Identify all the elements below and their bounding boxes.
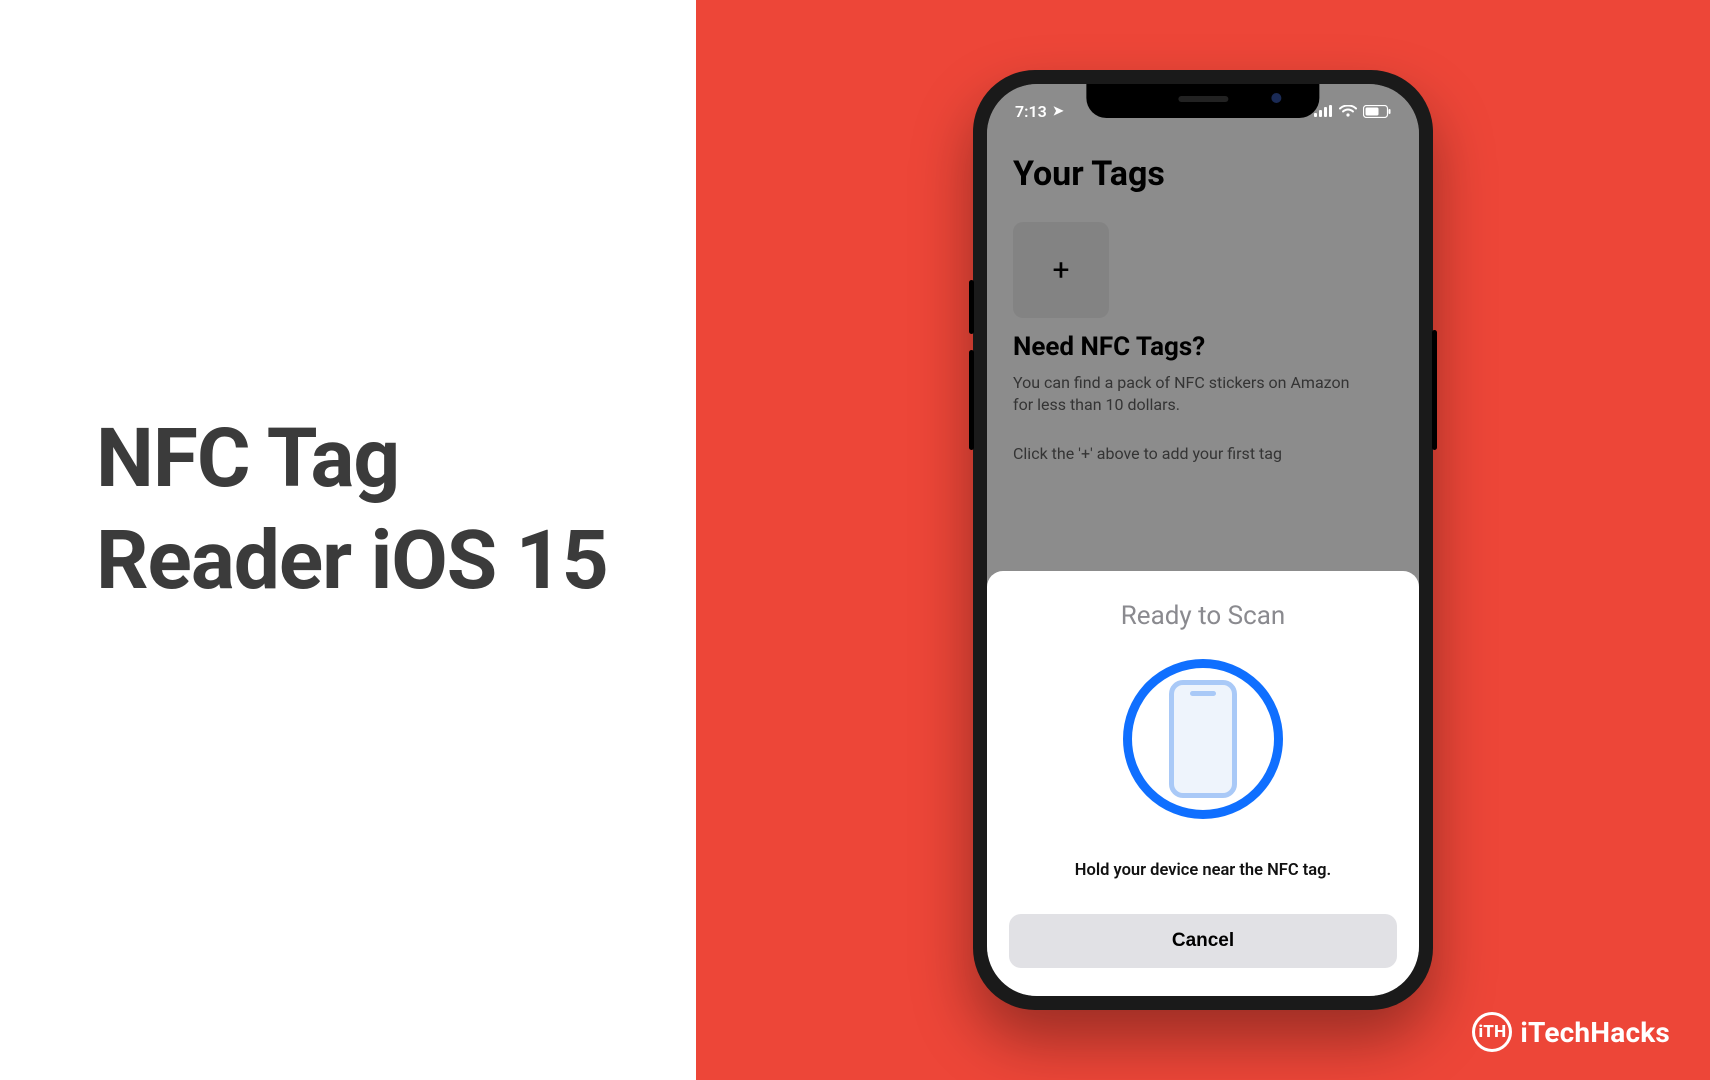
phone-mockup: 7:13 ➤ Your Tags [973,70,1433,1010]
scan-ring-icon [1123,659,1283,819]
front-camera [1272,93,1282,103]
cancel-button[interactable]: Cancel [1009,914,1397,968]
scan-icon [1009,659,1397,819]
scan-sheet-message: Hold your device near the NFC tag. [1009,861,1397,880]
scan-phone-icon [1169,680,1237,798]
right-panel: 7:13 ➤ Your Tags [696,0,1710,1080]
location-icon: ➤ [1053,104,1064,119]
phone-side-button [1432,330,1437,450]
headline-highlight: iOS 15 [371,510,608,613]
status-right [1314,105,1391,118]
status-time: 7:13 [1015,102,1047,121]
phone-screen: 7:13 ➤ Your Tags [987,84,1419,996]
watermark: iTH iTechHacks [1472,1012,1670,1052]
battery-icon [1363,105,1391,118]
wifi-icon [1339,105,1357,117]
watermark-badge: iTH [1472,1012,1512,1052]
scan-sheet: Ready to Scan Hold your device near the … [987,571,1419,996]
headline-line1: NFC Tag [96,411,399,507]
phone-side-button [969,280,974,334]
phone-notch [1086,84,1319,118]
phone-side-button [969,350,974,450]
scan-sheet-title: Ready to Scan [1009,601,1397,631]
left-panel: NFC Tag Reader iOS 15 [0,0,696,1080]
speaker-slot [1178,96,1228,102]
watermark-text: iTechHacks [1520,1016,1670,1049]
headline: NFC Tag Reader iOS 15 [96,408,608,613]
status-left: 7:13 ➤ [1015,102,1064,121]
headline-line2a: Reader [96,513,371,609]
